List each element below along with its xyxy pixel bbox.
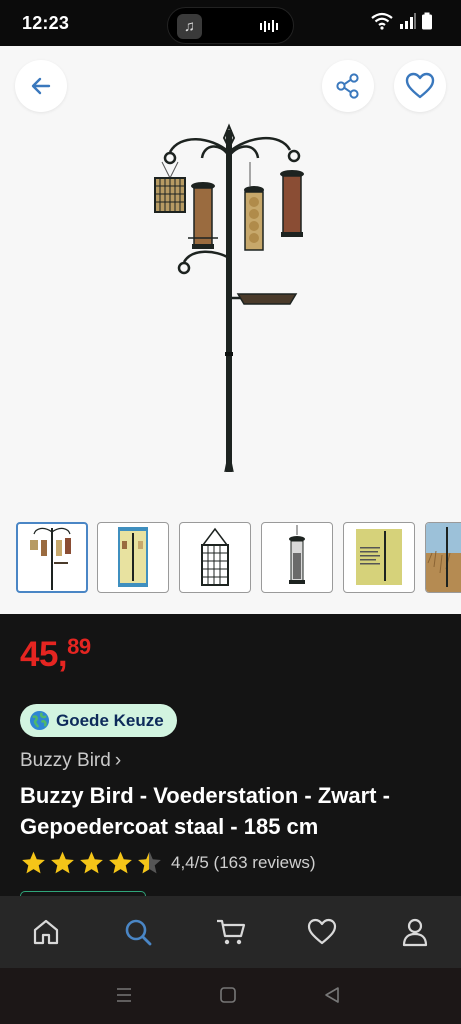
price: 45,89 — [20, 634, 91, 674]
star-half-icon — [138, 851, 161, 874]
nav-cart[interactable] — [213, 914, 249, 950]
home-square-icon[interactable] — [219, 985, 237, 1005]
rating-text: 4,4/5 (163 reviews) — [171, 853, 316, 872]
nav-wishlist[interactable] — [304, 914, 340, 950]
product-gallery[interactable] — [0, 46, 461, 614]
star-rating — [20, 850, 165, 876]
audio-wave-icon — [260, 20, 278, 32]
thumb-package-front-image — [118, 527, 148, 587]
status-bar: 12:23 ♫ — [0, 0, 461, 46]
product-main-image[interactable] — [140, 122, 320, 472]
product-info: 45,89 Goede Keuze Buzzy Bird › Buzzy Bird… — [0, 614, 461, 901]
rating[interactable]: 4,4/5 (163 reviews) — [20, 850, 316, 876]
back-button[interactable] — [15, 60, 67, 112]
star-icon — [109, 851, 132, 874]
nav-search[interactable] — [120, 914, 156, 950]
star-icon — [22, 851, 45, 874]
price-integer: 45, — [20, 635, 68, 674]
badge-label: Goede Keuze — [56, 710, 164, 730]
product-title: Buzzy Bird - Voederstation - Zwart - Gep… — [20, 783, 390, 839]
status-icons — [370, 12, 433, 30]
thumb-package-label-image — [356, 529, 402, 585]
nav-account[interactable] — [397, 914, 433, 950]
music-note-icon: ♫ — [177, 14, 202, 39]
thumb-seed-feeder-image — [289, 525, 305, 584]
thumb-package-label[interactable] — [343, 522, 415, 593]
thumb-suet-cage[interactable] — [179, 522, 251, 593]
battery-icon — [422, 12, 432, 30]
price-decimal: 89 — [67, 634, 91, 659]
user-icon — [402, 918, 428, 947]
nav-home[interactable] — [28, 914, 64, 950]
back-triangle-icon[interactable] — [323, 985, 341, 1005]
brand-link[interactable]: Buzzy Bird › — [20, 750, 121, 772]
thumb-seed-feeder[interactable] — [261, 522, 333, 593]
menu-icon[interactable] — [115, 985, 133, 1005]
star-icon — [80, 851, 103, 874]
arrow-left-icon — [31, 77, 51, 95]
star-icon — [51, 851, 74, 874]
home-icon — [33, 919, 59, 945]
thumb-feeding-station-image — [30, 527, 71, 590]
globe-icon — [29, 710, 50, 731]
wifi-icon — [371, 12, 393, 30]
favorite-button[interactable] — [394, 60, 446, 112]
system-navigation-bar — [0, 968, 461, 1024]
goede-keuze-badge[interactable]: Goede Keuze — [20, 704, 177, 737]
thumb-feeding-station[interactable] — [16, 522, 88, 593]
share-button[interactable] — [322, 60, 374, 112]
share-icon — [336, 73, 359, 99]
search-icon — [125, 919, 152, 946]
bottom-navigation — [0, 896, 461, 968]
thumb-outdoor-photo-image — [426, 523, 461, 592]
signal-icon — [399, 13, 416, 29]
thumb-package-front[interactable] — [97, 522, 169, 593]
heart-icon — [307, 918, 337, 945]
heart-outline-icon — [405, 72, 435, 99]
thumbnail-strip[interactable] — [0, 522, 461, 594]
chevron-right-icon: › — [114, 750, 122, 771]
thumb-suet-cage-image — [201, 527, 229, 586]
cart-icon — [217, 919, 246, 945]
thumb-outdoor-photo[interactable] — [425, 522, 461, 593]
status-time: 12:23 — [22, 13, 70, 33]
brand-name: Buzzy Bird — [20, 750, 111, 771]
dynamic-island[interactable]: ♫ — [167, 7, 294, 44]
